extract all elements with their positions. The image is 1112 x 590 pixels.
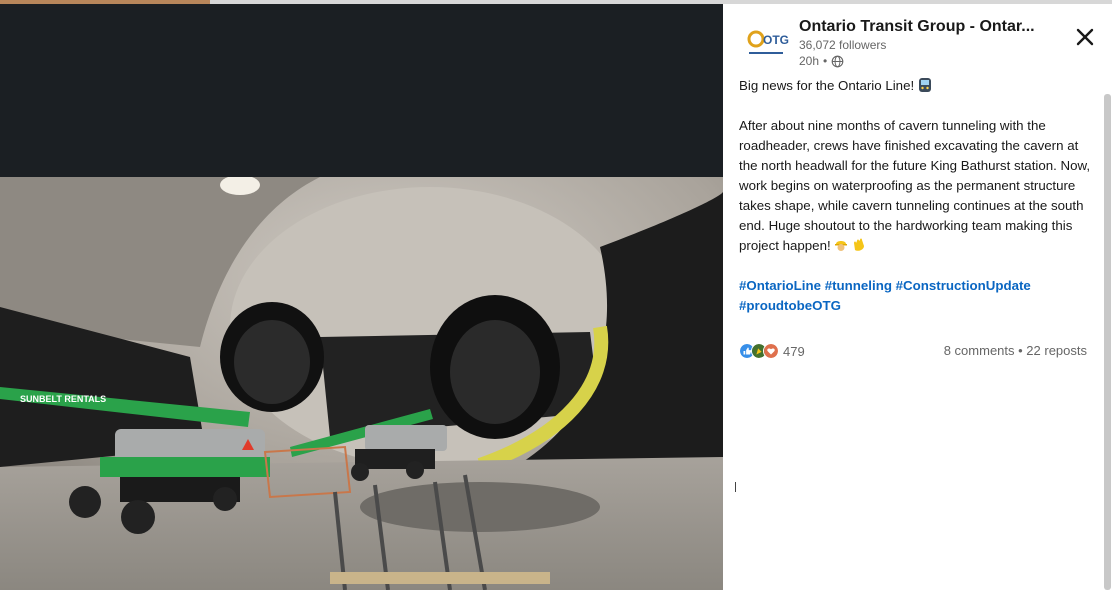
post-meta: 20h •: [799, 54, 844, 68]
construction-worker-emoji: [835, 241, 848, 251]
text-cursor: [735, 482, 736, 492]
hashtag-list: #OntarioLine #tunneling #ConstructionUpd…: [739, 276, 1094, 316]
globe-icon: [831, 55, 844, 67]
logo-text: OTG: [763, 33, 789, 47]
close-icon[interactable]: [1072, 24, 1098, 50]
post-body: After about nine months of cavern tunnel…: [739, 118, 1091, 253]
comments-reposts-count[interactable]: 8 comments • 22 reposts: [944, 343, 1087, 358]
hashtag-tunneling[interactable]: #tunneling: [825, 278, 892, 293]
train-emoji: [918, 78, 931, 92]
post-body-line: After about nine months of cavern tunnel…: [739, 116, 1094, 256]
post-intro: Big news for the Ontario Line!: [739, 78, 915, 93]
post-time: 20h: [799, 54, 820, 68]
clapping-hands-emoji: [854, 238, 865, 251]
reactions-summary[interactable]: 479: [739, 343, 805, 359]
love-reaction-icon: [763, 343, 779, 359]
author-name[interactable]: Ontario Transit Group - Ontar...: [799, 18, 1035, 36]
hashtag-ontarioline[interactable]: #OntarioLine: [739, 278, 821, 293]
post-image[interactable]: SUNBELT RENTALS: [0, 177, 723, 590]
social-counts: 479 8 comments • 22 reposts: [739, 343, 1087, 361]
post-author[interactable]: OTG Ontario Transit Group - Ontar... 36,…: [739, 16, 1069, 74]
hashtag-constructionupdate[interactable]: #ConstructionUpdate: [896, 278, 1031, 293]
svg-text:SUNBELT RENTALS: SUNBELT RENTALS: [20, 394, 106, 404]
post-details-panel: OTG Ontario Transit Group - Ontar... 36,…: [723, 4, 1112, 590]
post-intro-line: Big news for the Ontario Line!: [739, 76, 1094, 96]
panel-scrollbar[interactable]: [1104, 94, 1111, 590]
post-text: Big news for the Ontario Line! After abo…: [739, 76, 1094, 336]
hashtag-proudtobeotg[interactable]: #proudtobeOTG: [739, 298, 841, 313]
meta-separator: •: [823, 54, 828, 68]
follower-count: 36,072 followers: [799, 38, 887, 52]
media-letterbox: [0, 4, 723, 177]
media-viewer: SUNBELT RENTALS: [0, 4, 723, 590]
company-logo[interactable]: OTG: [739, 22, 791, 62]
reaction-count[interactable]: 479: [783, 344, 805, 359]
